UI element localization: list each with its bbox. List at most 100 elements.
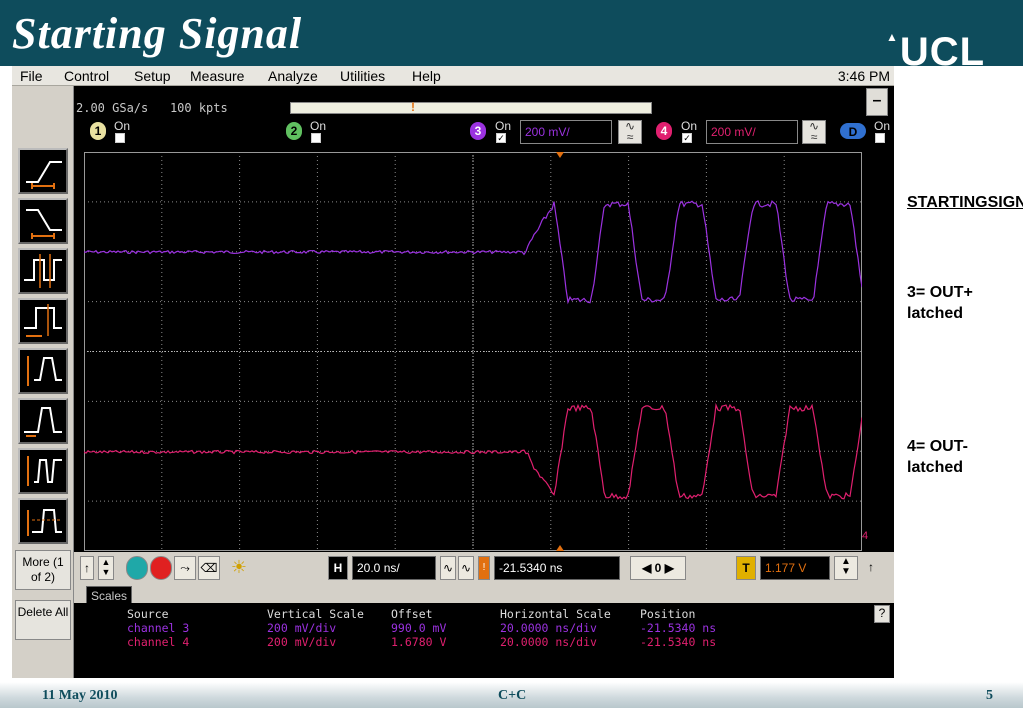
runt-trigger-button[interactable]: [18, 398, 68, 444]
note-title: STARTINGSIGNAL: [907, 194, 1023, 211]
more-button[interactable]: More (1 of 2): [15, 550, 71, 590]
trigger-time-marker: [556, 152, 564, 158]
channel-3-coupling-button[interactable]: ∿ ≈: [618, 120, 642, 144]
note-channel-3: 3= OUT+ latched: [907, 284, 973, 322]
col-header-source: Source: [127, 607, 169, 621]
menu-file[interactable]: File: [20, 68, 43, 84]
stop-button[interactable]: [150, 556, 172, 580]
transition-trigger-button[interactable]: [18, 348, 68, 394]
col-header-offset: Offset: [391, 607, 433, 621]
channel-4-checkbox[interactable]: ✓: [682, 133, 692, 143]
single-button[interactable]: ⤳: [174, 556, 196, 580]
row-ch4-horizontal-scale: 20.0000 ns/div: [500, 635, 597, 649]
graticule: [84, 152, 862, 551]
scales-tab[interactable]: Scales: [86, 586, 132, 604]
horizontal-bar: ↑ ▲ ▼ ⤳ ⌫ ☀ H 20.0 ns/ ∿ ∿ ! -21.5340 ns …: [74, 552, 894, 586]
row-ch3-vertical-scale: 200 mV/div: [267, 621, 337, 635]
trigger-source-marker: 4: [862, 530, 869, 542]
run-button[interactable]: [126, 556, 148, 580]
note-channel-4: 4= OUT- latched: [907, 438, 968, 476]
pulse-width-trigger-button[interactable]: [18, 248, 68, 294]
coupling-icon: ∿ ≈: [808, 119, 820, 144]
trigger-level-field[interactable]: 1.177 V: [760, 556, 830, 580]
memory-depth: 100 kpts: [169, 101, 228, 115]
window-trigger-button[interactable]: [18, 498, 68, 544]
horizontal-position-field[interactable]: -21.5340 ns: [494, 556, 620, 580]
delay-reference-value: 0: [654, 561, 662, 575]
rising-edge-icon: [26, 161, 62, 189]
channel-bar: 2.00 GSa/s 100 kpts ! – 1 On 2 On 3 On ✓…: [74, 86, 894, 152]
fine-icon[interactable]: ∿: [440, 556, 456, 580]
transition-icon: [27, 356, 62, 386]
falling-edge-icon: [26, 209, 62, 239]
minimize-button[interactable]: –: [866, 88, 888, 116]
menu-utilities[interactable]: Utilities: [340, 68, 385, 84]
footer-date: 11 May 2010: [42, 688, 118, 703]
sample-rate: 2.00 GSa/s: [76, 101, 149, 115]
trigger-label[interactable]: T: [736, 556, 756, 580]
trigger-slope-icon[interactable]: ↑: [864, 556, 878, 580]
acquisition-strip[interactable]: !: [290, 100, 652, 114]
oscilloscope-window: File Control Setup Measure Analyze Utili…: [12, 66, 894, 678]
row-ch4-offset: 1.6780 V: [391, 635, 447, 649]
single-icon: ⤳: [180, 561, 190, 575]
pulse-icon: [24, 254, 62, 288]
channel-1-badge[interactable]: 1: [90, 122, 106, 140]
delay-reference[interactable]: ◀ 0 ▶: [630, 556, 686, 580]
menu-analyze[interactable]: Analyze: [268, 68, 318, 84]
coarse-icon[interactable]: ∿: [458, 556, 474, 580]
setup-hold-icon: [24, 304, 62, 337]
channel-3-checkbox[interactable]: ✓: [496, 133, 506, 143]
digital-channel-badge[interactable]: D: [840, 123, 866, 139]
channel-4-badge[interactable]: 4: [656, 122, 672, 140]
left-arrow-icon: ◀: [642, 561, 652, 575]
setup-hold-trigger-button[interactable]: [18, 298, 68, 344]
trigger-time-marker-bottom: [556, 545, 564, 551]
delete-all-button[interactable]: Delete All: [15, 600, 71, 640]
menu-setup[interactable]: Setup: [134, 68, 171, 84]
brightness-icon[interactable]: ☀: [228, 556, 250, 580]
slide-footer: 11 May 2010 C+C 5: [0, 682, 1023, 708]
channel-1-checkbox[interactable]: [115, 133, 125, 143]
row-ch3-horizontal-scale: 20.0000 ns/div: [500, 621, 597, 635]
horizontal-scale-field[interactable]: 20.0 ns/: [352, 556, 436, 580]
row-ch4-position: -21.5340 ns: [640, 635, 717, 649]
clock: 3:46 PM: [837, 68, 890, 84]
col-header-vertical-scale: Vertical Scale: [267, 607, 364, 621]
horizontal-label[interactable]: H: [328, 556, 348, 580]
falling-edge-trigger-button[interactable]: [18, 198, 68, 244]
trigger-level-spinner[interactable]: ▲ ▼: [834, 556, 858, 580]
channel-3-on-label: On: [495, 119, 512, 133]
channel-2-checkbox[interactable]: [311, 133, 321, 143]
channel-2-badge[interactable]: 2: [286, 122, 302, 140]
acquisition-status: 2.00 GSa/s 100 kpts: [76, 101, 228, 115]
coupling-icon: ∿ ≈: [624, 119, 636, 144]
footer-page-number: 5: [986, 688, 993, 703]
right-arrow-icon: ▶: [664, 561, 674, 575]
channel-2-on-label: On: [310, 119, 327, 133]
menu-measure[interactable]: Measure: [190, 68, 244, 84]
waveform-display[interactable]: 4: [74, 152, 894, 552]
row-ch3-offset: 990.0 mV: [391, 621, 447, 635]
channel-4-coupling-button[interactable]: ∿ ≈: [802, 120, 826, 144]
clear-button[interactable]: ⌫: [198, 556, 220, 580]
footer-center: C+C: [498, 688, 527, 703]
menu-control[interactable]: Control: [64, 68, 109, 84]
menu-bar: File Control Setup Measure Analyze Utili…: [12, 66, 894, 86]
ucl-logo: ▲UCL: [886, 30, 985, 75]
glitch-trigger-button[interactable]: [18, 448, 68, 494]
channel-4-scale[interactable]: 200 mV/: [706, 120, 798, 144]
trigger-delay-marker: !: [478, 556, 490, 580]
row-ch3-position: -21.5340 ns: [640, 621, 717, 635]
slide-title: Starting Signal: [12, 9, 303, 58]
ucl-dome-icon: ▲: [886, 30, 899, 44]
grid-lines: [84, 152, 862, 551]
spin-button[interactable]: ▲ ▼: [98, 556, 114, 580]
help-button[interactable]: ?: [874, 605, 890, 623]
channel-3-scale[interactable]: 200 mV/: [520, 120, 612, 144]
menu-help[interactable]: Help: [412, 68, 441, 84]
channel-3-badge[interactable]: 3: [470, 122, 486, 140]
run-marker-icon[interactable]: ↑: [80, 556, 94, 580]
digital-checkbox[interactable]: [875, 133, 885, 143]
rising-edge-trigger-button[interactable]: [18, 148, 68, 194]
